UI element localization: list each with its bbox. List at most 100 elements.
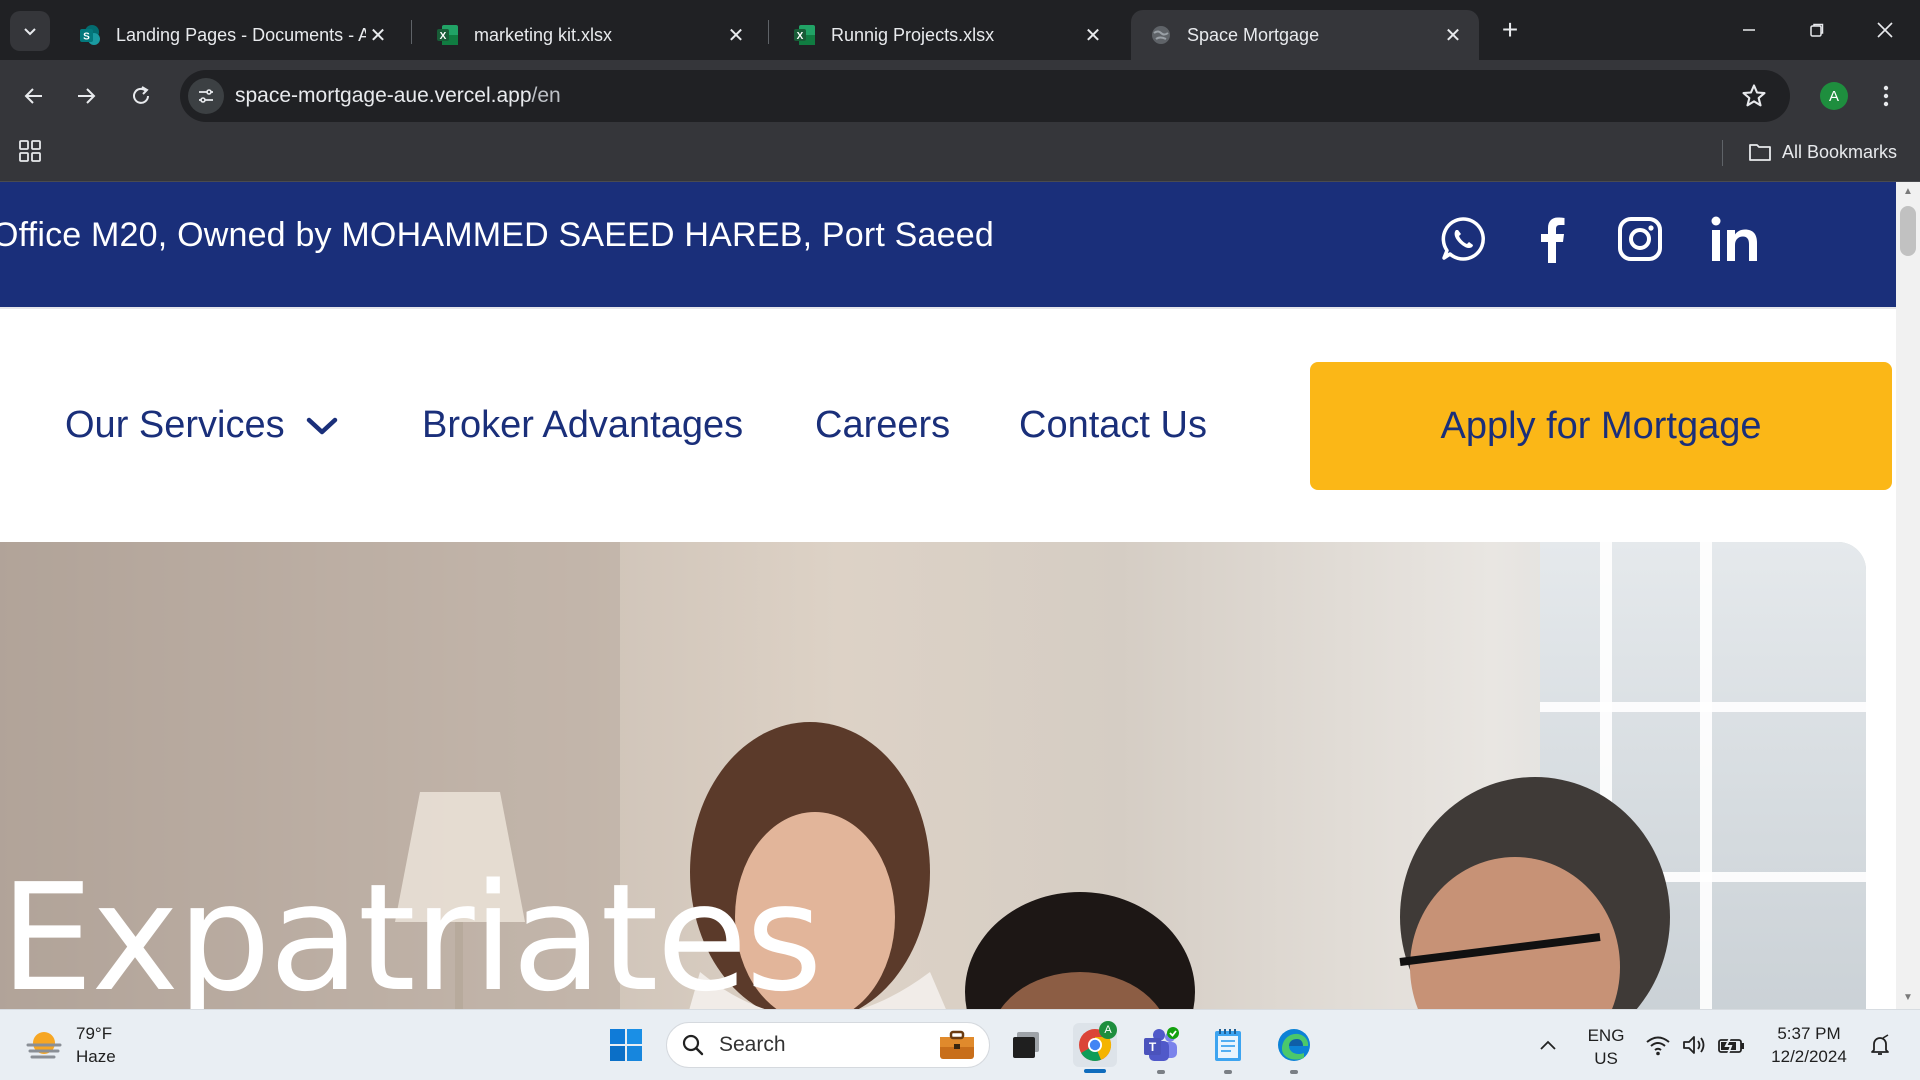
close-window-button[interactable] — [1852, 0, 1918, 60]
clock[interactable]: 5:37 PM 12/2/2024 — [1764, 1022, 1854, 1068]
arrow-left-icon — [24, 88, 42, 104]
back-button[interactable] — [14, 76, 54, 116]
scroll-up-arrow-icon[interactable]: ▲ — [1902, 186, 1914, 198]
nav-careers[interactable]: Careers — [815, 404, 950, 447]
taskbar-edge[interactable] — [1272, 1023, 1316, 1067]
svg-text:S: S — [83, 32, 90, 43]
reload-button[interactable] — [121, 76, 161, 116]
running-app-indicator — [1224, 1070, 1232, 1074]
weather-widget[interactable]: 79°F Haze — [24, 1022, 116, 1068]
close-icon[interactable]: ✕ — [366, 23, 390, 47]
tab-title: Space Mortgage — [1187, 24, 1320, 45]
nav-contact-us[interactable]: Contact Us — [1019, 404, 1207, 447]
tab-title: Landing Pages - Documents - A — [116, 24, 366, 45]
tab-space-mortgage[interactable]: Space Mortgage ✕ — [1131, 10, 1479, 60]
nav-our-services[interactable]: Our Services — [65, 404, 339, 447]
kebab-menu-icon — [1883, 85, 1889, 107]
clock-date: 12/2/2024 — [1771, 1047, 1847, 1066]
notepad-icon — [1215, 1029, 1241, 1061]
tab-search-button[interactable] — [10, 11, 50, 51]
tab-separator — [411, 20, 412, 44]
tab-marketing-kit[interactable]: X marketing kit.xlsx ✕ — [418, 10, 762, 60]
svg-text:X: X — [797, 31, 804, 42]
instagram-icon — [1618, 217, 1662, 261]
taskbar-notepad[interactable] — [1206, 1023, 1250, 1067]
bookmarks-separator — [1722, 140, 1723, 166]
task-view-button[interactable] — [1004, 1023, 1048, 1067]
input-language-indicator[interactable]: ENG US — [1584, 1024, 1628, 1070]
bookmarks-bar: All Bookmarks — [0, 132, 1920, 182]
linkedin-link[interactable] — [1708, 212, 1762, 266]
facebook-icon — [1541, 217, 1565, 263]
svg-text:T: T — [1149, 1040, 1157, 1054]
region-code: US — [1594, 1049, 1618, 1068]
svg-text:X: X — [440, 31, 447, 42]
all-bookmarks-button[interactable]: All Bookmarks — [1748, 136, 1897, 168]
url-text: space-mortgage-aue.vercel.app/en — [235, 84, 561, 108]
new-tab-button[interactable]: + — [1494, 14, 1526, 46]
address-bar[interactable]: space-mortgage-aue.vercel.app/en — [180, 70, 1790, 122]
minimize-icon — [1743, 29, 1755, 31]
taskbar-chrome[interactable]: A — [1073, 1021, 1117, 1067]
language-code: ENG — [1587, 1026, 1625, 1045]
globe-icon — [1149, 23, 1173, 47]
chevron-down-icon — [24, 28, 36, 36]
folder-icon — [1749, 144, 1771, 161]
quick-settings-button[interactable] — [1640, 1023, 1750, 1067]
tab-title: Runnig Projects.xlsx — [831, 24, 995, 45]
close-icon[interactable]: ✕ — [724, 23, 748, 47]
start-button[interactable] — [604, 1023, 648, 1067]
main-navigation: Our Services Broker Advantages Careers C… — [0, 307, 1896, 542]
restore-button[interactable] — [1784, 0, 1850, 60]
clock-time: 5:37 PM — [1777, 1024, 1841, 1043]
browser-toolbar: space-mortgage-aue.vercel.app/en A — [0, 60, 1920, 132]
windows-logo-icon — [610, 1029, 642, 1061]
hero-title: Expatriates — [0, 852, 823, 1009]
whatsapp-icon — [1441, 217, 1485, 261]
nav-our-services-label: Our Services — [65, 404, 285, 446]
close-icon[interactable]: ✕ — [1441, 23, 1465, 47]
chevron-down-icon — [306, 417, 337, 434]
scroll-thumb[interactable] — [1900, 206, 1916, 256]
nav-broker-advantages[interactable]: Broker Advantages — [422, 404, 743, 447]
wifi-icon — [1646, 1036, 1670, 1056]
battery-charging-icon — [1718, 1035, 1744, 1055]
scroll-down-arrow-icon[interactable]: ▼ — [1902, 992, 1914, 1004]
weather-temperature: 79°F — [76, 1024, 113, 1043]
facebook-link[interactable] — [1525, 212, 1579, 266]
apply-for-mortgage-button[interactable]: Apply for Mortgage — [1310, 362, 1892, 490]
browser-tab-strip: S Landing Pages - Documents - A ✕ X mark… — [0, 0, 1920, 60]
chevron-up-icon — [1540, 1040, 1556, 1050]
url-host: space-mortgage-aue.vercel.app — [235, 84, 532, 107]
close-icon[interactable]: ✕ — [1081, 23, 1105, 47]
forward-button[interactable] — [66, 76, 106, 116]
instagram-link[interactable] — [1613, 212, 1667, 266]
browser-menu-button[interactable] — [1872, 78, 1900, 114]
apps-grid-icon[interactable] — [18, 139, 42, 163]
minimize-button[interactable] — [1716, 0, 1782, 60]
active-app-indicator — [1084, 1069, 1106, 1073]
tab-separator — [768, 20, 769, 44]
url-path: /en — [531, 84, 561, 107]
show-hidden-icons-button[interactable] — [1526, 1023, 1570, 1067]
whatsapp-link[interactable] — [1436, 212, 1490, 266]
taskbar-search-box[interactable]: Search — [666, 1022, 990, 1068]
chrome-profile-badge: A — [1099, 1021, 1117, 1039]
excel-icon: X — [436, 23, 460, 47]
notifications-button[interactable] — [1860, 1023, 1900, 1067]
site-info-icon[interactable] — [188, 78, 224, 114]
taskbar-teams[interactable]: T — [1139, 1023, 1183, 1067]
profile-avatar[interactable]: A — [1820, 82, 1848, 110]
tab-landing-pages[interactable]: S Landing Pages - Documents - A ✕ — [60, 10, 404, 60]
windows-taskbar: 79°F Haze Search A T ENG US 5:37 PM 12/2… — [0, 1009, 1920, 1080]
page-scrollbar[interactable]: ▲ ▼ — [1896, 182, 1920, 1009]
taskbar-search-label: Search — [719, 1033, 786, 1056]
reload-icon — [133, 86, 149, 104]
tab-running-projects[interactable]: X Runnig Projects.xlsx ✕ — [775, 10, 1119, 60]
bookmark-star-icon[interactable] — [1740, 82, 1768, 110]
page-viewport: Office M20, Owned by MOHAMMED SAEED HARE… — [0, 182, 1896, 1009]
close-icon — [1877, 22, 1893, 38]
all-bookmarks-label: All Bookmarks — [1782, 141, 1898, 162]
restore-icon — [1810, 23, 1824, 37]
edge-icon — [1278, 1029, 1310, 1061]
